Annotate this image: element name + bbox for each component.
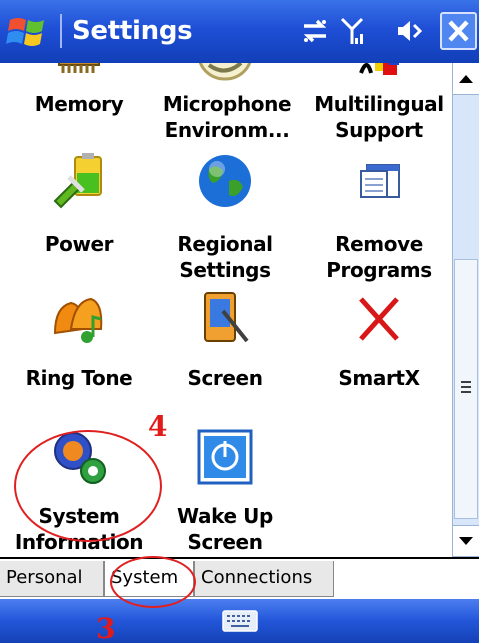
tile-label: SmartX	[338, 366, 420, 390]
setting-tile-remove-programs[interactable]: Remove Programs	[304, 151, 452, 282]
close-button[interactable]	[440, 12, 477, 50]
tile-label: Microphone Environm...	[162, 92, 292, 142]
bottom-menu-bar	[0, 599, 479, 643]
start-menu-windows-flag-icon[interactable]	[6, 14, 50, 50]
annotation-circle-system-tab	[110, 556, 196, 608]
remove-programs-icon	[360, 164, 400, 198]
window-title: Settings	[72, 16, 193, 46]
tile-label: Multilingual Support	[314, 92, 444, 142]
scroll-down-button[interactable]	[453, 525, 479, 557]
multilingual-flags-icon	[359, 63, 399, 75]
setting-tile-screen[interactable]: Screen	[150, 289, 300, 399]
setting-tile-regional[interactable]: Regional Settings	[150, 151, 300, 282]
grip-lines-icon	[461, 381, 471, 393]
close-x-icon	[448, 20, 469, 42]
connectivity-arrows-icon[interactable]	[298, 14, 332, 48]
tile-label: Ring Tone	[25, 366, 133, 390]
tile-label: Screen	[187, 366, 263, 390]
tile-label: Power	[44, 232, 114, 256]
annotation-step-3: 3	[96, 612, 116, 643]
input-panel-keyboard-icon[interactable]	[222, 609, 258, 633]
setting-tile-ring-tone[interactable]: Ring Tone	[4, 289, 154, 399]
power-battery-icon	[53, 153, 102, 209]
microphone-environment-icon	[198, 63, 252, 81]
tab-personal[interactable]: Personal	[0, 561, 104, 597]
title-bar: Settings	[0, 0, 479, 63]
screen-pda-stylus-icon	[204, 292, 249, 343]
signal-strength-icon[interactable]	[337, 14, 371, 48]
scroll-up-button[interactable]	[453, 63, 479, 95]
tile-label: Regional Settings	[177, 232, 273, 282]
regional-globe-icon	[199, 155, 251, 207]
scroll-down-arrow-icon	[459, 537, 473, 545]
scroll-thumb[interactable]	[454, 259, 478, 519]
memory-chip-icon	[58, 63, 100, 73]
setting-tile-wake-up-screen[interactable]: Wake Up Screen	[150, 427, 300, 557]
tile-label: Memory	[34, 92, 124, 116]
tile-label: Remove Programs	[326, 232, 432, 282]
vertical-scrollbar[interactable]	[452, 63, 479, 557]
setting-tile-smartx[interactable]: SmartX	[304, 289, 452, 399]
title-separator	[60, 14, 62, 48]
smartx-red-x-icon	[359, 297, 399, 341]
setting-tile-power[interactable]: Power	[4, 151, 154, 281]
tab-connections[interactable]: Connections	[194, 561, 334, 597]
annotation-step-4: 4	[148, 410, 168, 443]
tile-label: Wake Up Screen	[177, 504, 273, 554]
ring-tone-bell-icon	[53, 297, 103, 343]
volume-speaker-icon[interactable]	[390, 14, 424, 48]
wake-up-power-button-icon	[197, 429, 253, 485]
annotation-circle-system-information	[14, 430, 162, 542]
scroll-up-arrow-icon	[459, 75, 473, 83]
setting-tile-memory[interactable]: Memory	[4, 63, 154, 149]
tab-strip: Personal System Connections	[0, 557, 479, 599]
